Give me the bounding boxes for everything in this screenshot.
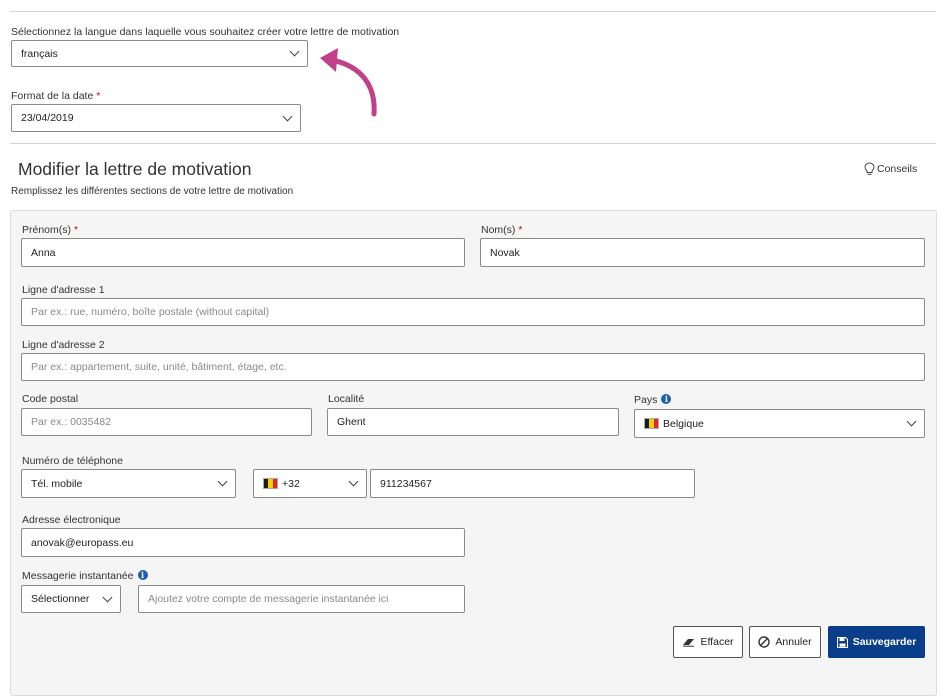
language-label: Sélectionnez la langue dans laquelle vou… <box>11 26 400 38</box>
belgium-flag-icon <box>644 418 659 429</box>
phone-type-select[interactable]: Tél. mobile <box>21 469 236 498</box>
required-mark: * <box>74 224 79 236</box>
tips-link[interactable]: Conseils <box>864 162 917 176</box>
country-label-text: Pays <box>634 394 658 406</box>
save-button-label: Sauvegarder <box>852 636 917 648</box>
postal-code-input[interactable]: Par ex.: 0035482 <box>21 408 312 436</box>
email-label: Adresse électronique <box>22 514 121 526</box>
phone-prefix-value: +32 <box>282 477 300 490</box>
city-value: Ghent <box>337 416 366 428</box>
postal-code-placeholder: Par ex.: 0035482 <box>31 416 111 428</box>
cover-letter-form-panel <box>10 210 937 696</box>
chevron-down-icon <box>217 476 228 487</box>
phone-type-value: Tél. mobile <box>31 477 83 490</box>
clear-button-label: Effacer <box>700 636 734 648</box>
first-name-value: Anna <box>31 246 56 259</box>
address2-input[interactable]: Par ex.: appartement, suite, unité, bâti… <box>21 353 925 381</box>
ban-icon <box>758 636 771 648</box>
clear-button[interactable]: Effacer <box>673 626 743 658</box>
required-mark: * <box>96 90 101 102</box>
im-label: Messagerie instantanée i <box>22 570 148 582</box>
lightbulb-icon <box>864 162 875 175</box>
address1-label: Ligne d'adresse 1 <box>22 284 105 296</box>
last-name-value: Novak <box>490 246 520 259</box>
chevron-down-icon <box>906 416 917 427</box>
address1-input[interactable]: Par ex.: rue, numéro, boîte postale (wit… <box>21 298 925 326</box>
im-account-input[interactable]: Ajoutez votre compte de messagerie insta… <box>138 585 465 613</box>
chevron-down-icon <box>282 111 293 121</box>
country-select[interactable]: Belgique <box>634 409 925 438</box>
im-service-select[interactable]: Sélectionner <box>21 585 121 613</box>
first-name-label: Prénom(s) * <box>22 224 78 236</box>
country-select-value: Belgique <box>663 417 704 430</box>
city-label: Localité <box>328 393 365 405</box>
date-format-label: Format de la date * <box>11 90 100 102</box>
cancel-button-label: Annuler <box>775 636 812 648</box>
language-select[interactable]: français <box>11 40 308 67</box>
eraser-icon <box>683 639 695 647</box>
last-name-label: Nom(s) * <box>481 224 523 236</box>
phone-prefix-select[interactable]: +32 <box>253 469 367 498</box>
city-input[interactable]: Ghent <box>327 408 619 436</box>
address2-placeholder: Par ex.: appartement, suite, unité, bâti… <box>31 361 287 373</box>
im-label-text: Messagerie instantanée <box>22 570 134 582</box>
chevron-down-icon <box>289 46 300 57</box>
required-mark: * <box>518 224 523 236</box>
email-input[interactable]: anovak@europass.eu <box>21 528 465 557</box>
im-account-placeholder: Ajoutez votre compte de messagerie insta… <box>148 593 389 605</box>
curved-arrow-icon <box>320 48 377 117</box>
date-format-select-value: 23/04/2019 <box>21 112 74 124</box>
address2-label: Ligne d'adresse 2 <box>22 339 105 351</box>
country-select-value-wrap: Belgique <box>644 418 704 430</box>
floppy-disk-icon <box>836 636 848 648</box>
section-title: Modifier la lettre de motivation <box>18 159 252 179</box>
first-name-input[interactable]: Anna <box>21 238 465 267</box>
info-icon[interactable]: i <box>137 570 148 580</box>
date-format-select[interactable]: 23/04/2019 <box>11 104 301 132</box>
chevron-down-icon <box>102 592 113 602</box>
tips-label: Conseils <box>877 163 918 175</box>
phone-label: Numéro de téléphone <box>22 455 123 467</box>
cancel-button[interactable]: Annuler <box>749 626 821 658</box>
phone-number-input[interactable]: 911234567 <box>370 469 695 498</box>
top-divider <box>10 11 936 12</box>
last-name-input[interactable]: Novak <box>480 238 925 267</box>
last-name-label-text: Nom(s) <box>481 224 516 236</box>
language-select-value: français <box>21 47 58 60</box>
country-label: Pays i <box>634 394 672 406</box>
date-format-label-text: Format de la date <box>11 90 94 102</box>
section-subtitle: Remplissez les différentes sections de v… <box>11 186 294 197</box>
phone-prefix-value-wrap: +32 <box>263 478 300 490</box>
email-value: anovak@europass.eu <box>31 536 134 549</box>
address1-placeholder: Par ex.: rue, numéro, boîte postale (wit… <box>31 306 270 318</box>
im-service-value: Sélectionner <box>31 593 90 605</box>
info-icon[interactable]: i <box>661 394 672 404</box>
belgium-flag-icon <box>263 478 278 489</box>
chevron-down-icon <box>348 476 359 487</box>
save-button[interactable]: Sauvegarder <box>828 626 925 658</box>
phone-number-value: 911234567 <box>380 477 432 490</box>
section-divider <box>10 143 936 144</box>
first-name-label-text: Prénom(s) <box>22 224 72 236</box>
postal-code-label: Code postal <box>22 393 79 405</box>
